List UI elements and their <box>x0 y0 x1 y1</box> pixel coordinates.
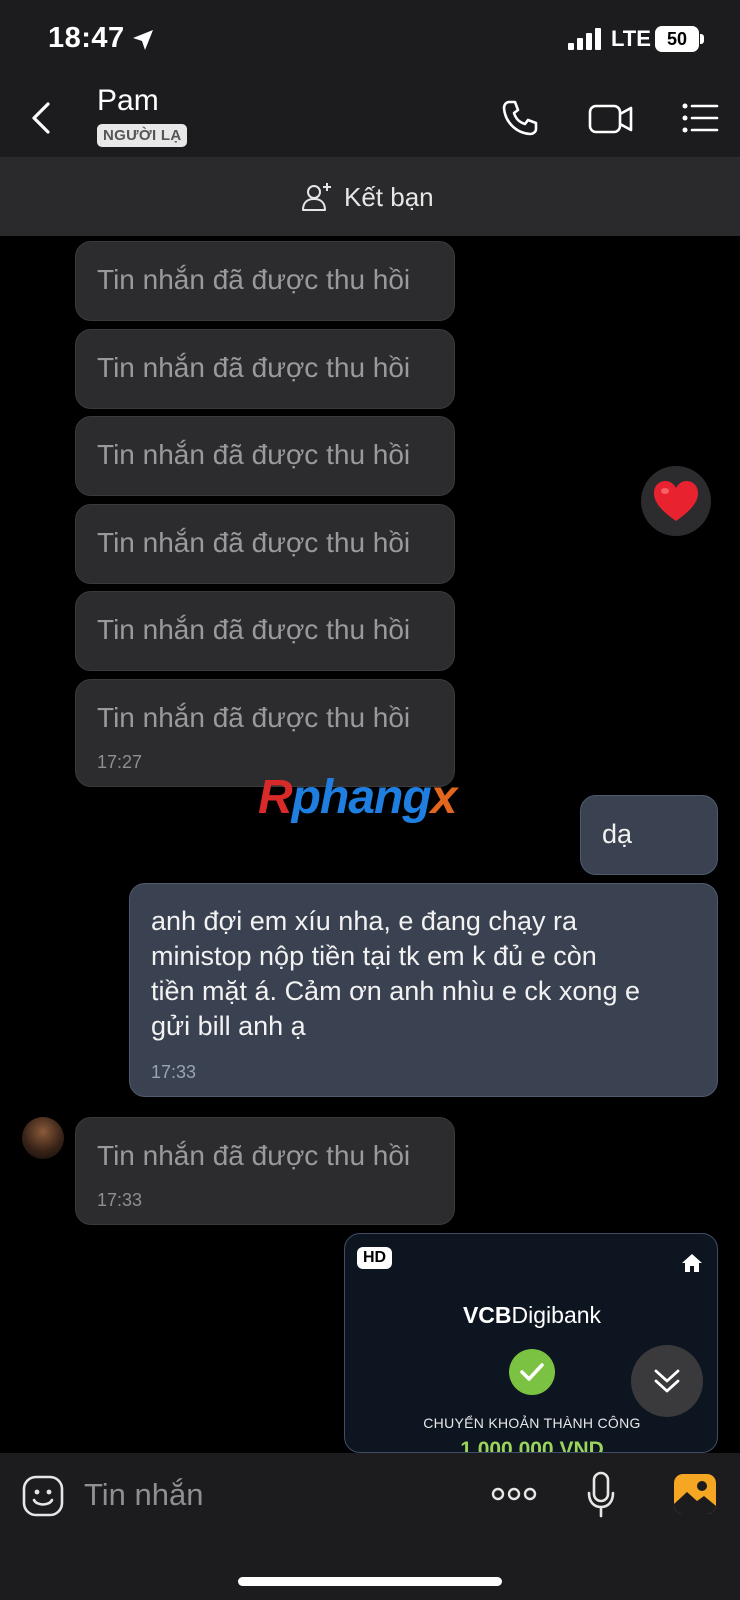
message-input-bar <box>0 1453 740 1600</box>
recalled-message-text: Tin nhắn đã được thu hồi <box>97 527 411 558</box>
network-type: LTE <box>611 26 651 51</box>
status-time: 18:47 <box>48 22 125 54</box>
success-check-icon <box>509 1349 555 1395</box>
recalled-message-bubble[interactable]: Tin nhắn đã được thu hồi <box>75 241 455 321</box>
watermark: Rphangx <box>258 771 457 824</box>
more-options-icon[interactable] <box>490 1479 538 1509</box>
scroll-to-bottom-button[interactable] <box>631 1345 703 1417</box>
status-bar: 18:47 LTE 50 <box>0 0 740 78</box>
home-indicator <box>238 1577 502 1586</box>
recalled-message-text: Tin nhắn đã được thu hồi <box>97 264 411 295</box>
recalled-message-text: Tin nhắn đã được thu hồi <box>97 1140 411 1171</box>
chat-header: Pam NGƯỜI LẠ <box>0 78 740 158</box>
message-input[interactable] <box>84 1469 464 1521</box>
recalled-message-bubble[interactable]: Tin nhắn đã được thu hồi <box>75 329 455 409</box>
message-time: 17:33 <box>97 1190 143 1210</box>
home-icon <box>682 1254 702 1272</box>
back-arrow-icon[interactable] <box>24 100 60 136</box>
phone-call-icon[interactable] <box>500 98 540 138</box>
photo-gallery-icon[interactable] <box>673 1473 717 1515</box>
hd-badge: HD <box>357 1247 393 1269</box>
sent-message-line: anh đợi em xíu nha, e đang chạy ra <box>151 906 577 936</box>
heart-icon <box>654 481 698 521</box>
battery-indicator: 50 <box>655 26 699 52</box>
options-menu-icon[interactable] <box>680 98 720 138</box>
contact-name[interactable]: Pam <box>97 84 159 118</box>
sent-message-line: ministop nộp tiền tại tk em k đủ e còn <box>151 941 597 971</box>
sent-message-bubble[interactable]: dạ <box>580 795 718 875</box>
add-friend-bar[interactable]: Kết bạn <box>0 158 740 236</box>
microphone-icon[interactable] <box>586 1471 616 1519</box>
recalled-message-text: Tin nhắn đã được thu hồi <box>97 352 411 383</box>
add-friend-label: Kết bạn <box>344 181 434 212</box>
message-time: 17:33 <box>151 1062 197 1082</box>
recalled-message-text: Tin nhắn đã được thu hồi <box>97 439 411 470</box>
recalled-message-bubble[interactable]: Tin nhắn đã được thu hồi <box>75 416 455 496</box>
sent-message-bubble[interactable]: anh đợi em xíu nha, e đang chạy ra minis… <box>129 883 718 1097</box>
sent-message-line: gửi bill anh ạ <box>151 1011 306 1041</box>
heart-reaction-button[interactable] <box>641 466 711 536</box>
double-chevron-down-icon <box>654 1369 680 1393</box>
recalled-message-bubble[interactable]: Tin nhắn đã được thu hồi <box>75 591 455 671</box>
video-call-icon[interactable] <box>588 98 634 138</box>
transfer-status: CHUYỂN KHOẢN THÀNH CÔNG <box>423 1415 641 1431</box>
signal-icon <box>568 28 601 50</box>
stranger-badge: NGƯỜI LẠ <box>97 124 188 147</box>
contact-avatar[interactable] <box>22 1117 64 1159</box>
bank-brand: VCBDigibank <box>462 1302 602 1328</box>
sent-message-text: dạ <box>602 819 633 849</box>
location-arrow-icon <box>133 30 153 50</box>
transfer-receipt-image[interactable]: HD VCBDigibank CHUYỂN KHOẢN THÀNH CÔNG 1… <box>344 1233 718 1453</box>
transfer-amount: 1.000.000 VND <box>460 1438 604 1453</box>
sent-message-line: tiền mặt á. Cảm ơn anh nhìu e ck xong e <box>151 976 640 1006</box>
add-friend-icon <box>302 183 331 211</box>
add-friend-button[interactable]: Kết bạn <box>300 180 434 214</box>
message-time: 17:27 <box>97 752 143 772</box>
sticker-emoji-icon[interactable] <box>22 1475 64 1517</box>
recalled-message-bubble[interactable]: Tin nhắn đã được thu hồi 17:33 <box>75 1117 455 1225</box>
recalled-message-bubble[interactable]: Tin nhắn đã được thu hồi <box>75 504 455 584</box>
recalled-message-text: Tin nhắn đã được thu hồi <box>97 702 411 733</box>
battery-tip <box>700 34 704 44</box>
recalled-message-text: Tin nhắn đã được thu hồi <box>97 614 411 645</box>
